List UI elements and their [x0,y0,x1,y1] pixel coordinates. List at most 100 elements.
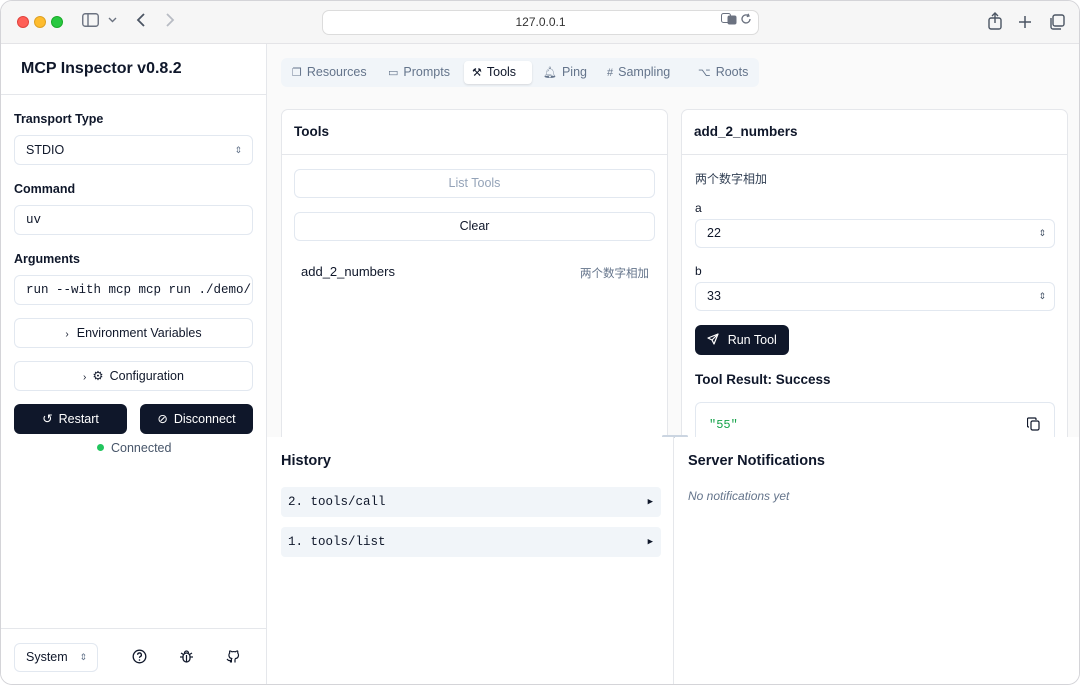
tool-detail-title: add_2_numbers [694,124,798,139]
unplug-icon: ⊘ [157,412,168,426]
stepper-icon[interactable]: ⇕ [1038,283,1046,310]
param-a-label: a [695,201,702,215]
triangle-right-icon: ▶ [647,537,653,547]
tab-prompts-label: Prompts [403,65,450,79]
arguments-input[interactable]: run --with mcp mcp run ./demo/ [14,275,253,305]
transport-type-value: STDIO [26,143,65,157]
bell-icon: 🔔︎ [543,67,557,79]
run-tool-label: Run Tool [727,333,777,347]
tools-panel: Tools List Tools Clear add_2_numbers 两个数… [281,109,668,449]
transport-type-select[interactable]: STDIO ⇕ [14,135,253,165]
share-icon[interactable] [988,12,1002,35]
transport-type-label: Transport Type [14,112,104,126]
close-window-button[interactable] [17,16,29,28]
github-icon[interactable] [225,649,240,667]
restart-button[interactable]: ↺ Restart [14,404,127,434]
tab-roots[interactable]: ⌥ Roots [690,61,754,84]
bug-icon[interactable] [179,649,194,667]
tab-prompts[interactable]: ▭ Prompts [380,61,459,84]
tab-resources[interactable]: ❐ Resources [284,61,376,84]
tool-result-label: Tool Result: Success [695,372,831,387]
notifications-title: Server Notifications [688,453,825,469]
tool-detail-description: 两个数字相加 [695,172,768,186]
browser-window: 127.0.0.1 MCP Inspector v0.8.2 Transport… [0,0,1080,685]
tool-description: 两个数字相加 [580,268,649,280]
arguments-label: Arguments [14,252,80,266]
message-icon: ▭ [388,67,399,79]
status-dot [97,444,104,451]
tabs-icon[interactable] [1049,14,1065,35]
history-title: History [281,453,331,469]
tab-roots-label: Roots [715,65,749,79]
connection-status-text: Connected [111,441,172,455]
theme-value: System [26,650,68,664]
history-item-label: 2. tools/call [288,495,386,509]
history-item[interactable]: 1. tools/list ▶ [281,527,661,557]
files-icon: ❐ [292,67,302,79]
history-item[interactable]: 2. tools/call ▶ [281,487,661,517]
divider [682,154,1067,155]
zoom-window-button[interactable] [51,16,63,28]
environment-variables-button[interactable]: › Environment Variables [14,318,253,348]
history-pane [267,437,674,684]
history-item-label: 1. tools/list [288,535,386,549]
tools-panel-title: Tools [294,124,329,139]
sidebar-icon[interactable] [82,12,99,32]
address-bar[interactable]: 127.0.0.1 [322,10,759,35]
tab-ping-label: Ping [561,65,587,79]
tool-detail-panel: add_2_numbers 两个数字相加 a 22 ⇕ b 33 ⇕ Run T… [681,109,1068,450]
triangle-right-icon: ▶ [647,497,653,507]
back-icon[interactable] [136,12,146,33]
tab-sampling[interactable]: # Sampling [599,61,684,84]
theme-select[interactable]: System ⇕ [14,643,98,672]
chevron-right-icon: › [65,329,69,340]
chevrons-up-down-icon: ⇕ [234,145,242,155]
translate-icon[interactable] [720,13,740,28]
configuration-label: Configuration [109,369,184,383]
notifications-pane [675,437,1079,684]
configuration-button[interactable]: › ⚙ Configuration [14,361,253,391]
connection-status: Connected [97,441,171,455]
help-icon[interactable] [132,649,147,667]
tool-name: add_2_numbers [301,264,395,279]
environment-variables-label: Environment Variables [76,326,202,340]
gear-icon: ⚙ [92,369,104,383]
tool-list-item[interactable]: add_2_numbers 两个数字相加 [294,258,655,286]
reload-icon[interactable] [740,13,752,28]
minimize-window-button[interactable] [34,16,46,28]
send-icon [707,333,722,347]
restart-label: Restart [58,412,99,426]
divider [282,154,667,155]
app-title: MCP Inspector v0.8.2 [1,44,266,95]
plus-icon[interactable] [1018,14,1032,34]
list-tools-button[interactable]: List Tools [294,169,655,198]
tab-bar: ❐ Resources ▭ Prompts ⚒ Tools 🔔︎ Ping # Sampl… [281,58,759,87]
url-text: 127.0.0.1 [515,15,566,29]
stepper-icon[interactable]: ⇕ [1038,220,1046,247]
tab-resources-label: Resources [306,65,367,79]
tool-result-value: "55" [709,418,738,432]
param-b-label: b [695,264,702,278]
rotate-icon: ↺ [42,412,53,426]
browser-toolbar: 127.0.0.1 [1,1,1079,44]
command-input[interactable]: uv [14,205,253,235]
chevron-down-icon[interactable] [108,13,117,35]
tab-tools-label: Tools [486,65,517,79]
disconnect-button[interactable]: ⊘ Disconnect [140,404,253,434]
folder-tree-icon: ⌥ [698,67,711,79]
chevrons-up-down-icon: ⇕ [79,652,87,662]
sidebar: MCP Inspector v0.8.2 Transport Type STDI… [1,44,267,684]
disconnect-label: Disconnect [173,412,236,426]
notifications-empty-text: No notifications yet [688,489,790,503]
tab-tools[interactable]: ⚒ Tools [464,61,532,84]
run-tool-button[interactable]: Run Tool [695,325,789,355]
tab-ping[interactable]: 🔔︎ Ping [535,61,593,84]
clear-button[interactable]: Clear [294,212,655,241]
forward-icon[interactable] [165,12,175,33]
copy-icon[interactable] [1026,417,1040,434]
param-b-input[interactable]: 33 ⇕ [695,282,1055,311]
chevron-right-icon: › [83,372,87,383]
sidebar-footer: System ⇕ [1,628,266,684]
param-a-input[interactable]: 22 ⇕ [695,219,1055,248]
param-a-value: 22 [707,226,721,240]
